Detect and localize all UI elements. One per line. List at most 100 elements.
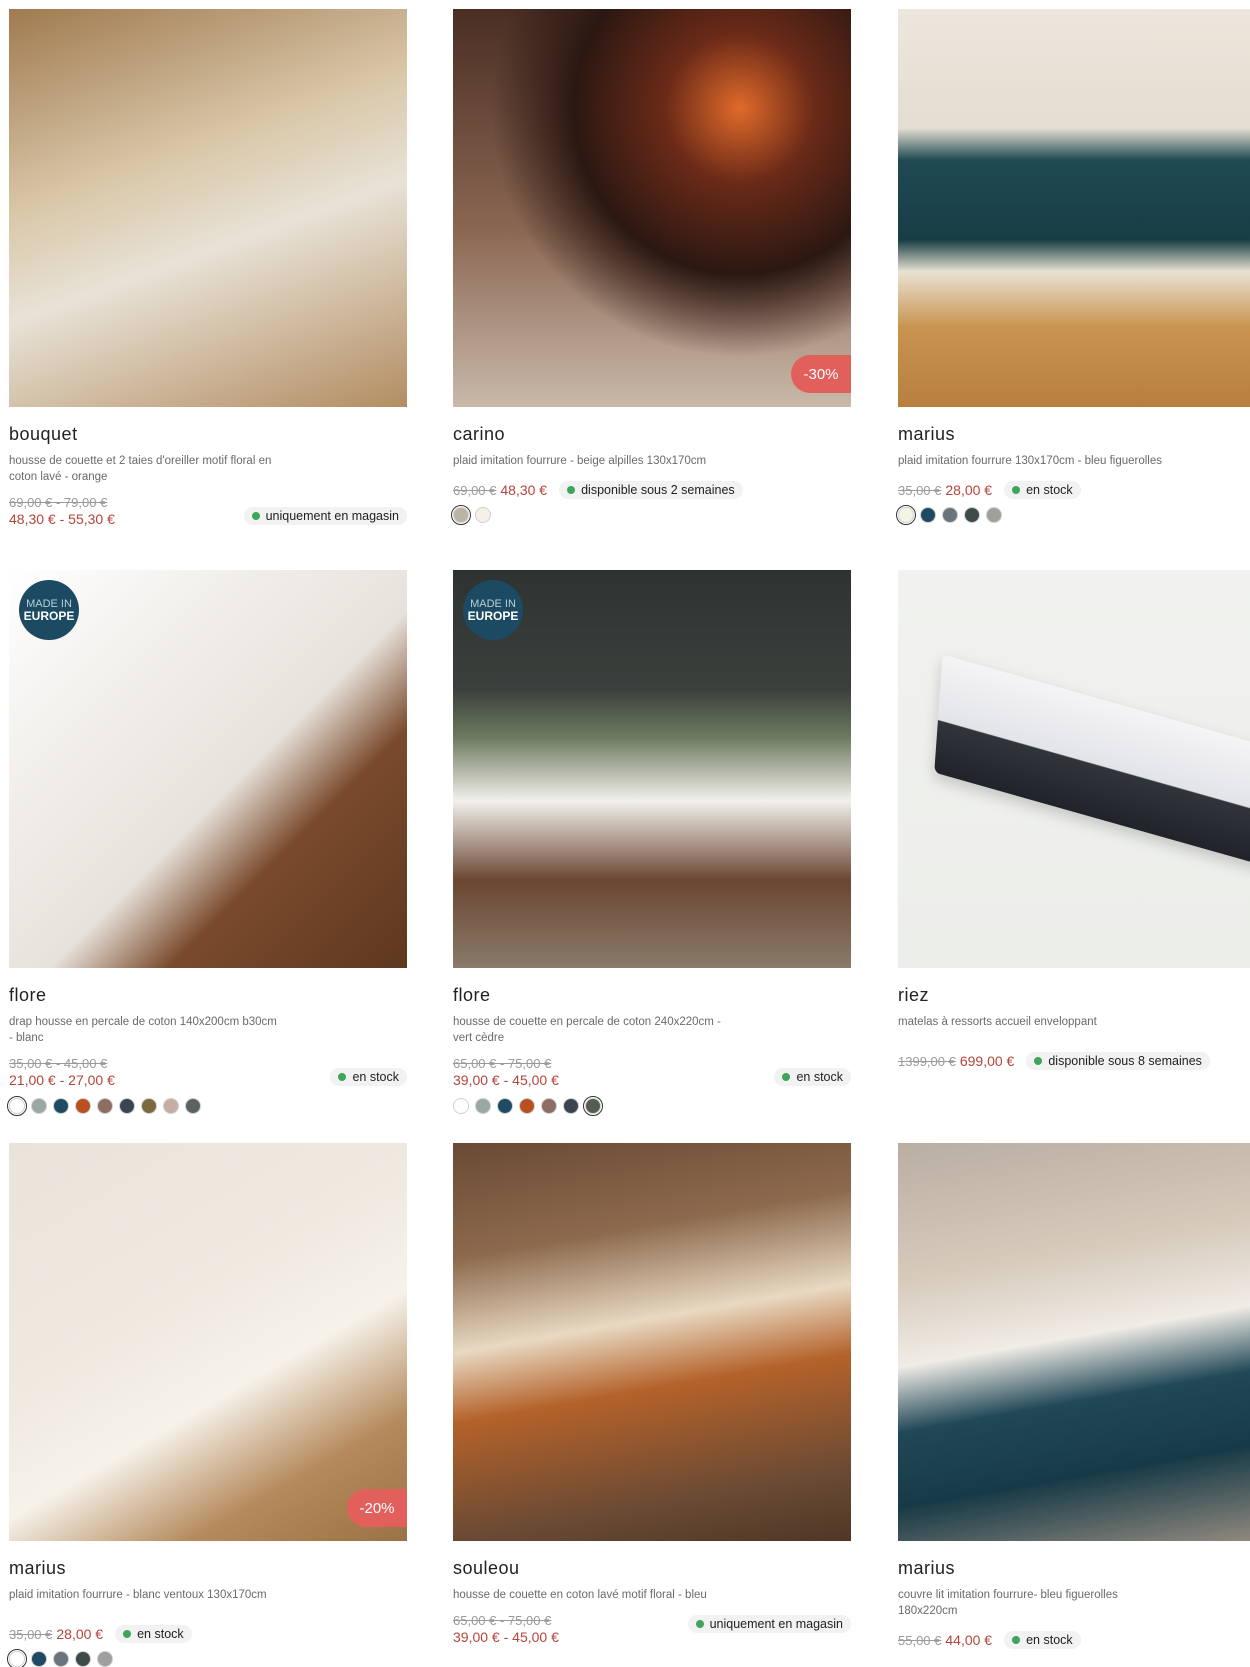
product-name[interactable]: riez [898, 985, 1250, 1006]
availability-label: en stock [352, 1070, 399, 1084]
availability-badge: uniquement en magasin [687, 1615, 851, 1633]
color-swatch[interactable] [475, 507, 491, 523]
color-swatch[interactable] [896, 505, 916, 525]
color-swatch[interactable] [75, 1098, 91, 1114]
color-swatch[interactable] [519, 1098, 535, 1114]
availability-badge: disponible sous 8 semaines [1026, 1052, 1210, 1070]
product-image[interactable]: MADE IN EUROPE [453, 570, 851, 968]
product-card[interactable]: bouquet housse de couette et 2 taies d'o… [9, 9, 407, 531]
availability-dot-icon [338, 1073, 347, 1081]
color-swatch[interactable] [7, 1096, 27, 1116]
product-image[interactable] [9, 9, 407, 407]
color-swatches [453, 1096, 851, 1116]
product-name[interactable]: carino [453, 424, 851, 445]
discount-badge: -30% [791, 355, 851, 393]
color-swatch[interactable] [451, 505, 471, 525]
product-name[interactable]: marius [898, 1558, 1250, 1579]
product-card[interactable]: -30% carino plaid imitation fourrure - b… [451, 9, 851, 525]
availability-dot-icon [567, 486, 576, 494]
product-image[interactable] [898, 570, 1250, 968]
color-swatches [7, 1096, 407, 1116]
color-swatch[interactable] [942, 507, 958, 523]
product-card[interactable]: riez matelas à ressorts accueil envelopp… [898, 570, 1250, 1072]
color-swatch[interactable] [97, 1098, 113, 1114]
color-swatch[interactable] [53, 1651, 69, 1667]
product-description: plaid imitation fourrure 130x170cm - ble… [898, 455, 1163, 467]
product-card[interactable]: MADE IN EUROPE flore housse de couette e… [453, 570, 851, 1116]
product-image[interactable] [898, 1143, 1250, 1541]
color-swatch[interactable] [920, 507, 936, 523]
availability-label: uniquement en magasin [709, 1617, 843, 1631]
color-swatch[interactable] [141, 1098, 157, 1114]
color-swatches [451, 505, 851, 525]
color-swatch[interactable] [185, 1098, 201, 1114]
color-swatch[interactable] [475, 1098, 491, 1114]
color-swatch[interactable] [31, 1651, 47, 1667]
old-price: 69,00 € [453, 482, 497, 498]
sale-price: 48,30 € [500, 482, 548, 498]
availability-badge: en stock [330, 1068, 407, 1086]
made-in-europe-badge: MADE IN EUROPE [19, 580, 79, 640]
product-image[interactable]: MADE IN EUROPE [9, 570, 407, 968]
product-name[interactable]: flore [9, 985, 407, 1006]
availability-dot-icon [1012, 1636, 1021, 1644]
product-name[interactable]: bouquet [9, 424, 407, 445]
discount-badge: -20% [347, 1489, 407, 1527]
color-swatch[interactable] [541, 1098, 557, 1114]
color-swatch[interactable] [497, 1098, 513, 1114]
badge-line2: EUROPE [467, 609, 519, 623]
product-card[interactable]: MADE IN EUROPE flore drap housse en perc… [7, 570, 407, 1116]
color-swatch[interactable] [53, 1098, 69, 1114]
color-swatch[interactable] [163, 1098, 179, 1114]
product-image[interactable] [898, 9, 1250, 407]
availability-label: uniquement en magasin [265, 509, 399, 523]
product-card[interactable]: marius couvre lit imitation fourrure- bl… [898, 1143, 1250, 1651]
color-swatch[interactable] [97, 1651, 113, 1667]
availability-dot-icon [782, 1073, 791, 1081]
product-name[interactable]: marius [9, 1558, 407, 1579]
color-swatch[interactable] [75, 1651, 91, 1667]
old-price: 35,00 € [898, 482, 942, 498]
product-image[interactable] [453, 1143, 851, 1541]
product-name[interactable]: marius [898, 424, 1250, 445]
sale-price: 28,00 € [56, 1626, 104, 1642]
product-card[interactable]: souleou housse de couette en coton lavé … [453, 1143, 851, 1649]
color-swatch[interactable] [119, 1098, 135, 1114]
sale-price: 699,00 € [959, 1053, 1015, 1069]
availability-label: disponible sous 2 semaines [581, 483, 735, 497]
badge-line2: EUROPE [23, 609, 75, 623]
availability-label: en stock [137, 1627, 184, 1641]
availability-dot-icon [695, 1620, 704, 1628]
made-in-europe-badge: MADE IN EUROPE [463, 580, 523, 640]
availability-label: disponible sous 8 semaines [1048, 1054, 1202, 1068]
product-image[interactable]: -20% [9, 1143, 407, 1541]
availability-badge: disponible sous 2 semaines [559, 481, 743, 499]
color-swatch[interactable] [7, 1649, 27, 1667]
color-swatch[interactable] [453, 1098, 469, 1114]
color-swatch[interactable] [986, 507, 1002, 523]
mattress-illustration [934, 654, 1250, 866]
product-description: drap housse en percale de coton 140x200c… [9, 1016, 277, 1044]
availability-dot-icon [1012, 486, 1021, 494]
availability-label: en stock [1026, 1633, 1073, 1647]
availability-dot-icon [251, 512, 260, 520]
product-description: plaid imitation fourrure - blanc ventoux… [9, 1589, 267, 1601]
color-swatch[interactable] [31, 1098, 47, 1114]
product-description: couvre lit imitation fourrure- bleu figu… [898, 1589, 1118, 1617]
availability-badge: en stock [1004, 1631, 1081, 1649]
availability-badge: uniquement en magasin [243, 507, 407, 525]
product-description: plaid imitation fourrure - beige alpille… [453, 455, 707, 467]
product-name[interactable]: flore [453, 985, 851, 1006]
old-price: 1399,00 € [898, 1053, 956, 1069]
color-swatches [896, 505, 1250, 525]
product-card[interactable]: -20% marius plaid imitation fourrure - b… [7, 1143, 407, 1667]
product-image[interactable]: -30% [453, 9, 851, 407]
color-swatch[interactable] [583, 1096, 603, 1116]
availability-label: en stock [1026, 483, 1073, 497]
product-description: housse de couette en percale de coton 24… [453, 1016, 721, 1044]
product-description: housse de couette et 2 taies d'oreiller … [9, 455, 272, 483]
product-name[interactable]: souleou [453, 1558, 851, 1579]
color-swatch[interactable] [563, 1098, 579, 1114]
color-swatch[interactable] [964, 507, 980, 523]
product-card[interactable]: marius plaid imitation fourrure 130x170c… [896, 9, 1250, 525]
